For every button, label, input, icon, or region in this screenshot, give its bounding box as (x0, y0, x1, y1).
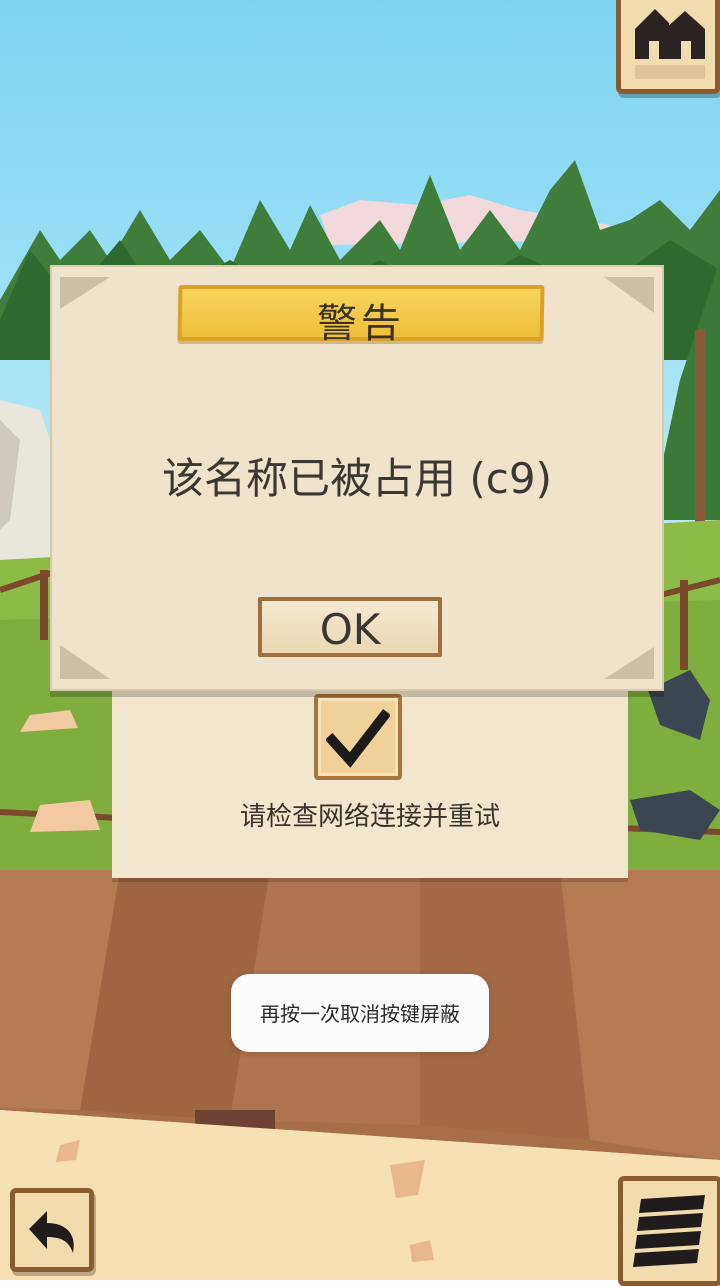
dialog-title: 警告 (316, 301, 406, 347)
back-arrow-icon (29, 1211, 74, 1253)
ok-button-label: OK (319, 605, 381, 654)
confirm-check-button[interactable] (314, 694, 402, 780)
dialog-title-bar: 警告 (177, 285, 545, 347)
network-error-panel: 请检查网络连接并重试 (112, 688, 628, 878)
stack-menu-icon (633, 1195, 705, 1267)
home-icon (635, 9, 705, 59)
menu-button[interactable] (618, 1176, 720, 1286)
warning-dialog: 警告 该名称已被占用 (c9) OK (50, 265, 664, 691)
toast-notification: 再按一次取消按键屏蔽 (231, 974, 489, 1052)
checkmark-icon (326, 708, 390, 768)
back-button[interactable] (10, 1188, 94, 1272)
dialog-message: 该名称已被占用 (c9) (162, 454, 552, 503)
ok-button[interactable]: OK (258, 597, 442, 657)
network-error-message: 请检查网络连接并重试 (239, 802, 500, 832)
toast-text: 再按一次取消按键屏蔽 (260, 1002, 460, 1026)
home-button[interactable] (616, 0, 720, 94)
home-button-plate (635, 65, 705, 79)
